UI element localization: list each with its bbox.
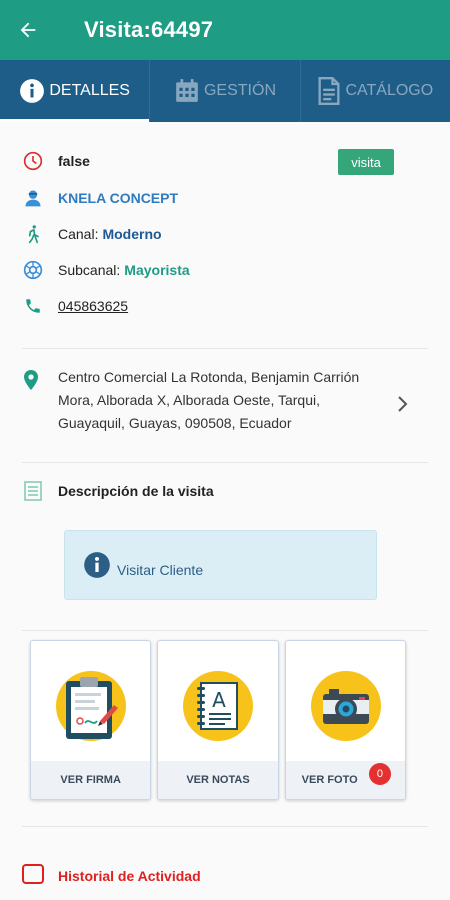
calendar-icon — [176, 79, 198, 102]
page-title: Visita:64497 — [84, 17, 214, 42]
tab-label: DETALLES — [49, 82, 130, 99]
info-icon — [83, 551, 111, 579]
clock-icon — [22, 150, 44, 172]
divider — [22, 462, 428, 463]
camera-icon — [310, 671, 381, 741]
history-row[interactable]: Historial de Actividad — [22, 862, 201, 889]
info-icon — [20, 79, 45, 103]
clipboard-signature-icon — [56, 671, 126, 741]
location-pin-icon — [23, 370, 39, 395]
canal-value: Moderno — [102, 226, 162, 242]
arrow-left-icon — [20, 22, 36, 38]
ver-notas-card[interactable]: A VER NOTAS — [157, 640, 279, 800]
back-button[interactable] — [0, 0, 56, 60]
subcanal-row: Subcanal: Mayorista — [22, 259, 190, 281]
user-icon — [22, 187, 44, 209]
history-icon — [22, 862, 44, 889]
client-name[interactable]: KNELA CONCEPT — [58, 190, 178, 206]
tab-bar: DETALLES GESTIÓN CATÁLOGO — [0, 60, 450, 122]
phone-icon — [22, 295, 44, 317]
phone-row[interactable]: 045863625 — [22, 295, 128, 317]
details-content: false visita KNELA CONCEPT Canal: Modern… — [0, 122, 450, 900]
walking-icon — [22, 223, 44, 245]
notebook-icon: A — [183, 671, 254, 741]
tab-label: GESTIÓN — [203, 82, 276, 99]
description-row: Descripción de la visita — [22, 480, 214, 502]
chevron-right-icon[interactable] — [396, 394, 410, 419]
tab-gestion[interactable]: GESTIÓN — [149, 60, 299, 122]
tab-catalogo[interactable]: CATÁLOGO — [299, 60, 450, 122]
divider — [22, 348, 428, 349]
ver-foto-card[interactable]: VER FOTO 0 — [284, 640, 406, 800]
divider — [22, 826, 428, 827]
canal-row: Canal: Moderno — [22, 223, 162, 245]
document-icon — [318, 77, 340, 105]
visit-notice: Visitar Cliente — [64, 530, 377, 600]
subcanal-label: Subcanal: — [58, 262, 121, 278]
card-label: VER NOTAS — [158, 761, 278, 799]
status-row: false — [22, 150, 90, 172]
address-text[interactable]: Centro Comercial La Rotonda, Benjamin Ca… — [58, 366, 388, 435]
canal-label: Canal: — [58, 226, 99, 242]
photo-count-badge: 0 — [368, 763, 391, 785]
status-value: false — [58, 153, 90, 169]
svg-text:A: A — [212, 688, 226, 712]
subcanal-value: Mayorista — [124, 262, 190, 278]
tab-label: CATÁLOGO — [345, 82, 434, 99]
tab-detalles[interactable]: DETALLES — [0, 60, 150, 122]
aperture-icon — [22, 259, 44, 281]
ver-firma-card[interactable]: VER FIRMA — [30, 640, 152, 800]
action-cards: VER FIRMA A VER NOTAS VER FOTO 0 — [30, 640, 406, 800]
list-icon — [22, 480, 44, 502]
client-row: KNELA CONCEPT — [22, 187, 178, 209]
description-title: Descripción de la visita — [58, 483, 214, 499]
phone-link[interactable]: 045863625 — [58, 298, 128, 314]
divider — [22, 630, 428, 631]
app-bar: Visita:64497 — [0, 0, 450, 60]
status-badge: visita — [338, 149, 394, 175]
history-label: Historial de Actividad — [58, 867, 201, 884]
card-label: VER FIRMA — [31, 761, 151, 799]
notice-text: Visitar Cliente — [117, 562, 204, 578]
